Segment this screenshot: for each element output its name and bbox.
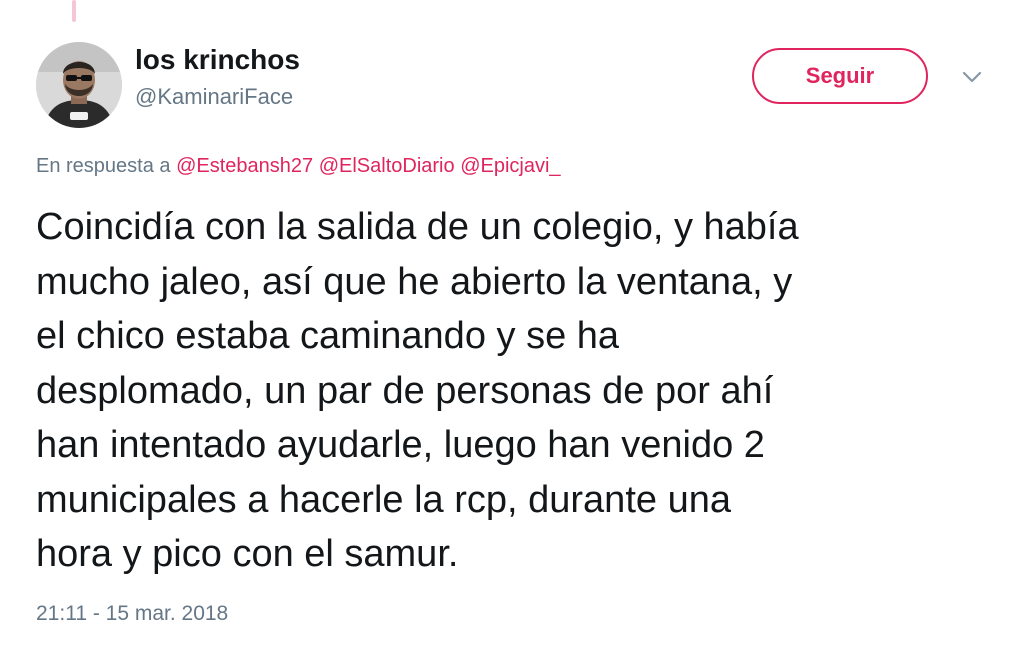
tweet-text-line: desplomado, un par de personas de por ah… <box>36 369 774 412</box>
tweet-text-line: mucho jaleo, así que he abierto la venta… <box>36 260 793 303</box>
reply-prefix: En respuesta a <box>36 155 171 177</box>
mention-link[interactable]: @ElSaltoDiario <box>319 155 455 177</box>
tweet-text-line: Coincidía con la salida de un colegio, y… <box>36 206 799 248</box>
reply-context: En respuesta a @Estebansh27 @ElSaltoDiar… <box>36 155 561 178</box>
mention-link[interactable]: @Epicjavi_ <box>460 155 560 177</box>
avatar[interactable] <box>36 42 122 128</box>
tweet-text-line: municipales a hacerle la rcp, durante un… <box>36 478 731 521</box>
follow-button[interactable]: Seguir <box>752 48 928 104</box>
tweet-page: los krinchos @KaminariFace Seguir En res… <box>0 0 1024 652</box>
display-name[interactable]: los krinchos <box>135 44 300 76</box>
avatar-image <box>36 42 122 128</box>
thread-connector-line <box>72 0 76 22</box>
tweet-text: Coincidía con la salida de un colegio, y… <box>36 200 1006 582</box>
user-handle[interactable]: @KaminariFace <box>135 84 293 110</box>
tweet-timestamp[interactable]: 21:11 - 15 mar. 2018 <box>36 602 228 626</box>
tweet-text-line: el chico estaba caminando y se ha <box>36 315 620 357</box>
mention-link[interactable]: @Estebansh27 <box>176 155 313 177</box>
chevron-down-icon[interactable] <box>958 66 986 88</box>
tweet-text-line: hora y pico con el samur. <box>36 533 459 575</box>
tweet-text-line: han intentado ayudarle, luego han venido… <box>36 424 765 466</box>
